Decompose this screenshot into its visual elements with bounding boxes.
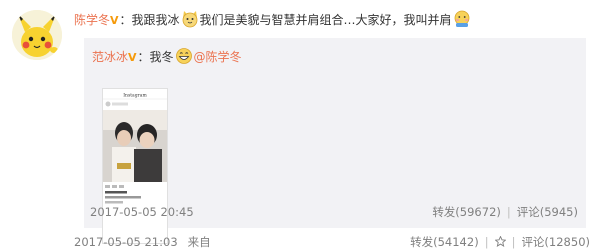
post-text-part-1: ：我跟我冰 (119, 13, 180, 27)
bashful-face-icon (454, 10, 469, 27)
cat-face-icon (182, 11, 197, 28)
pikachu-avatar-icon (12, 10, 62, 60)
mention-link[interactable]: @陈学冬 (194, 50, 242, 64)
repost-comment-button[interactable]: 评论(5945) (517, 205, 578, 219)
repost-text-body: ：我冬 (137, 50, 174, 64)
favorite-button[interactable] (493, 235, 507, 249)
star-icon (493, 235, 507, 247)
comment-button[interactable]: 评论(12850) (521, 235, 590, 249)
divider: | (484, 235, 489, 249)
divider: | (506, 205, 511, 219)
verified-icon: V (128, 51, 137, 64)
weibo-post: 陈学冬V：我跟我冰 我们是美貌与智慧并肩组合…大家好，我叫并肩 (74, 8, 590, 32)
post-time-link[interactable]: 2017-05-05 21:03 (74, 235, 178, 249)
repost-text: 范冰冰V：我冬 @陈学冬 (92, 46, 242, 69)
grin-face-icon (175, 48, 192, 64)
divider: | (511, 235, 516, 249)
post-meta: 2017-05-05 21:03 来自 转发(54142) | | 评论(12850) (74, 234, 590, 250)
post-text: 陈学冬V：我跟我冰 我们是美貌与智慧并肩组合…大家好，我叫并肩 (74, 8, 590, 32)
repost-forward-button[interactable]: 转发(59672) (432, 205, 501, 219)
reposted-weibo[interactable]: 范冰冰V：我冬 @陈学冬 Instagram 2017-05-05 20:45 … (84, 38, 586, 244)
photo-header-text: Instagram (123, 93, 147, 99)
repost-author-link[interactable]: 范冰冰 (92, 50, 128, 64)
repost-photo[interactable]: Instagram (102, 88, 168, 244)
post-text-part-2: 我们是美貌与智慧并肩组合…大家好，我叫并肩 (199, 13, 452, 27)
repost-time-link[interactable]: 2017-05-05 20:45 (90, 204, 194, 220)
verified-icon: V (110, 14, 119, 27)
source-label: 来自 (187, 235, 211, 249)
author-avatar[interactable] (12, 10, 62, 60)
forward-button[interactable]: 转发(54142) (410, 235, 479, 249)
repost-meta: 2017-05-05 20:45 转发(59672) | 评论(5945) (84, 204, 586, 220)
author-name-link[interactable]: 陈学冬 (74, 13, 110, 27)
